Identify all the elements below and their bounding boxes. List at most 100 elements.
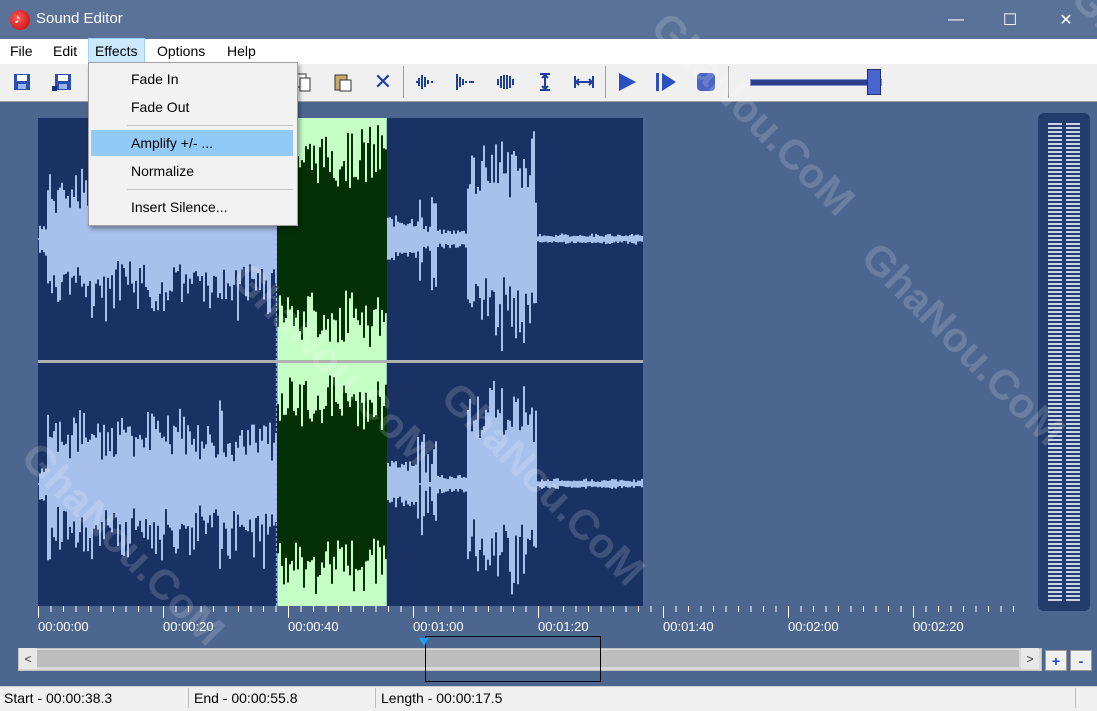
meter-segment xyxy=(1066,263,1080,265)
menu-help[interactable]: Help xyxy=(221,39,262,63)
meter-segment xyxy=(1066,571,1080,573)
maximize-button[interactable]: ☐ xyxy=(984,0,1036,39)
meter-segment xyxy=(1048,163,1062,165)
meter-segment xyxy=(1066,275,1080,277)
meter-segment xyxy=(1048,179,1062,181)
paste-icon[interactable] xyxy=(329,68,357,96)
meter-segment xyxy=(1048,595,1062,597)
delete-icon[interactable]: ✕ xyxy=(369,68,397,96)
meter-segment xyxy=(1048,215,1062,217)
meter-segment xyxy=(1066,187,1080,189)
meter-segment xyxy=(1066,207,1080,209)
meter-segment xyxy=(1048,427,1062,429)
menu-item-normalize[interactable]: Normalize xyxy=(89,158,295,184)
meter-segment xyxy=(1066,299,1080,301)
play-selection-icon[interactable] xyxy=(652,68,680,96)
menu-item-insert-silence[interactable]: Insert Silence... xyxy=(89,194,295,220)
meter-segment xyxy=(1066,543,1080,545)
meter-segment xyxy=(1066,151,1080,153)
meter-segment xyxy=(1066,355,1080,357)
amplify-wave-icon[interactable] xyxy=(410,68,438,96)
normalize-wave-icon[interactable] xyxy=(492,68,520,96)
zoom-out-button[interactable]: - xyxy=(1070,650,1092,671)
meter-segment xyxy=(1048,327,1062,329)
meter-segment xyxy=(1066,575,1080,577)
meter-segment xyxy=(1066,359,1080,361)
meter-segment xyxy=(1048,251,1062,253)
playhead-marker-icon[interactable] xyxy=(419,638,429,646)
meter-segment xyxy=(1066,427,1080,429)
meter-segment xyxy=(1066,259,1080,261)
meter-segment xyxy=(1066,179,1080,181)
meter-segment xyxy=(1048,351,1062,353)
meter-segment xyxy=(1048,583,1062,585)
menu-item-amplify[interactable]: Amplify +/- ... xyxy=(91,130,293,156)
meter-segment xyxy=(1066,323,1080,325)
meter-segment xyxy=(1066,507,1080,509)
close-button[interactable]: ✕ xyxy=(1040,0,1092,39)
meter-segment xyxy=(1048,419,1062,421)
save-icon[interactable] xyxy=(8,68,36,96)
meter-segment xyxy=(1066,387,1080,389)
meter-segment xyxy=(1066,579,1080,581)
meter-segment xyxy=(1066,519,1080,521)
play-icon[interactable] xyxy=(613,68,641,96)
meter-segment xyxy=(1066,267,1080,269)
meter-segment xyxy=(1066,535,1080,537)
meter-segment xyxy=(1048,191,1062,193)
meter-segment xyxy=(1048,483,1062,485)
meter-segment xyxy=(1066,335,1080,337)
meter-segment xyxy=(1066,235,1080,237)
meter-segment xyxy=(1048,487,1062,489)
meter-segment xyxy=(1048,291,1062,293)
stop-icon[interactable] xyxy=(692,68,720,96)
meter-segment xyxy=(1066,531,1080,533)
menu-item-fade-out[interactable]: Fade Out xyxy=(89,94,295,120)
meter-segment xyxy=(1048,223,1062,225)
meter-segment xyxy=(1048,211,1062,213)
menu-file[interactable]: File xyxy=(4,39,39,63)
meter-segment xyxy=(1048,239,1062,241)
meter-segment xyxy=(1048,303,1062,305)
meter-segment xyxy=(1066,183,1080,185)
meter-segment xyxy=(1048,203,1062,205)
zoom-in-button[interactable]: + xyxy=(1045,650,1067,671)
scroll-left-button[interactable]: < xyxy=(19,648,37,669)
horizontal-zoom-icon[interactable] xyxy=(570,68,598,96)
meter-segment xyxy=(1048,415,1062,417)
meter-segment xyxy=(1066,211,1080,213)
meter-segment xyxy=(1066,471,1080,473)
menu-options[interactable]: Options xyxy=(151,39,211,63)
minimize-button[interactable]: — xyxy=(930,0,982,39)
vertical-zoom-icon[interactable] xyxy=(531,68,559,96)
menu-effects[interactable]: Effects xyxy=(88,38,145,64)
volume-slider-track[interactable] xyxy=(750,79,882,86)
meter-segment xyxy=(1066,567,1080,569)
meter-segment xyxy=(1048,295,1062,297)
meter-segment xyxy=(1048,263,1062,265)
meter-segment xyxy=(1066,123,1080,125)
meter-segment xyxy=(1066,527,1080,529)
meter-segment xyxy=(1066,419,1080,421)
meter-segment xyxy=(1066,371,1080,373)
meter-segment xyxy=(1048,467,1062,469)
toolbar-separator xyxy=(728,66,729,98)
meter-segment xyxy=(1048,503,1062,505)
meter-segment xyxy=(1048,463,1062,465)
meter-segment xyxy=(1048,507,1062,509)
meter-segment xyxy=(1066,451,1080,453)
scroll-right-button[interactable]: > xyxy=(1021,648,1039,669)
meter-segment xyxy=(1048,527,1062,529)
meter-segment xyxy=(1048,311,1062,313)
meter-segment xyxy=(1048,135,1062,137)
meter-segment xyxy=(1048,559,1062,561)
fade-wave-icon[interactable] xyxy=(451,68,479,96)
meter-segment xyxy=(1048,591,1062,593)
menu-edit[interactable]: Edit xyxy=(47,39,83,63)
volume-slider-thumb[interactable] xyxy=(867,69,881,95)
menu-item-fade-in[interactable]: Fade In xyxy=(89,66,295,92)
save-as-icon[interactable] xyxy=(48,68,76,96)
meter-segment xyxy=(1048,451,1062,453)
tick-label: 00:00:20 xyxy=(163,619,214,634)
meter-segment xyxy=(1066,251,1080,253)
